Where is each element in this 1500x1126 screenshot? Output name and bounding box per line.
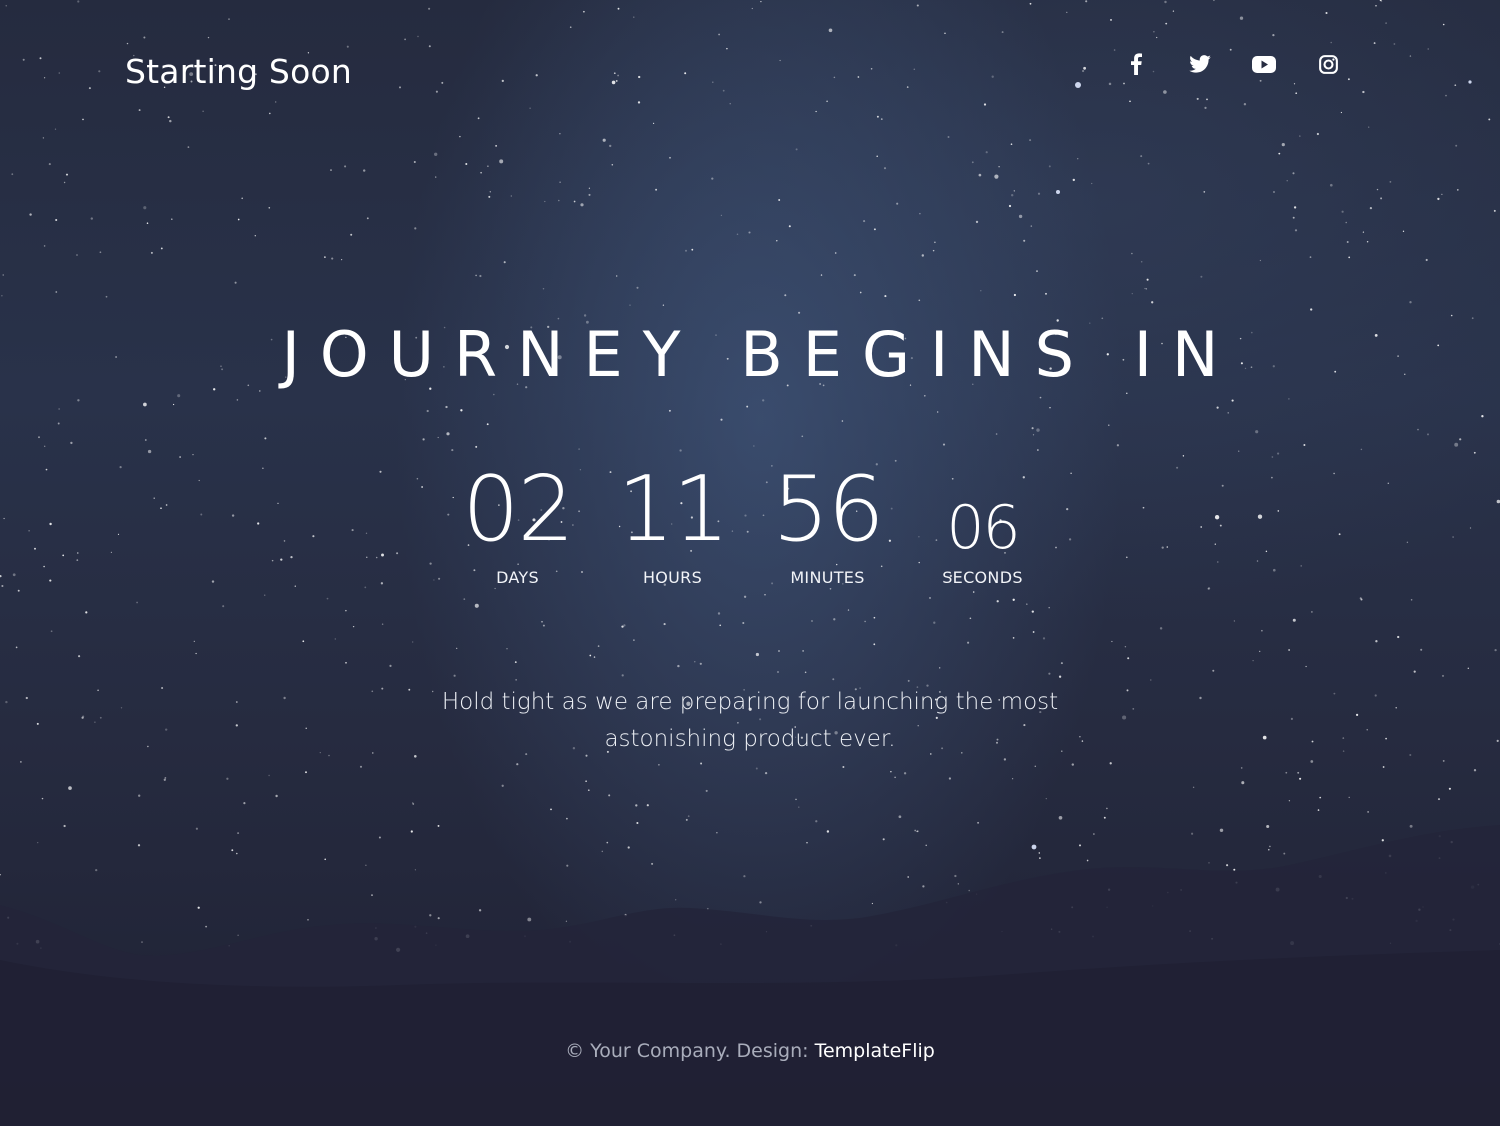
twitter-icon [1189,55,1211,73]
hours-value: 11 [617,457,730,562]
days-label: DAYS [496,568,539,587]
instagram-icon [1318,54,1338,74]
countdown-timer: 02 DAYS 11 HOURS 56 MINUTES 06 SECONDS [0,460,1500,590]
footer-copyright: © Your Company. Design: [565,1040,815,1062]
brand-logo[interactable]: Starting Soon [125,52,352,91]
countdown-seconds: 06 SECONDS [905,460,1060,590]
headline: JOURNEY BEGINS IN [281,318,1239,391]
seconds-value: 06 [946,493,1020,563]
youtube-icon [1252,55,1276,73]
youtube-link[interactable] [1232,48,1296,80]
minutes-label: MINUTES [790,568,865,587]
countdown-minutes: 56 MINUTES [750,460,905,590]
footer-credit-link[interactable]: TemplateFlip [815,1040,935,1062]
facebook-link[interactable] [1104,48,1168,80]
minutes-value: 56 [772,457,885,562]
tagline-line-2: astonishing product ever. [604,726,896,752]
days-value: 02 [462,457,575,562]
hours-label: HOURS [642,568,703,587]
seconds-label: SECONDS [942,568,1023,587]
tagline-line-1: Hold tight as we are preparing for launc… [441,689,1059,715]
instagram-link[interactable] [1296,48,1360,80]
tagline: Hold tight as we are preparing for launc… [0,684,1500,758]
countdown-days: 02 DAYS [440,460,595,590]
twitter-link[interactable] [1168,48,1232,80]
social-links [1104,48,1360,80]
countdown-hours: 11 HOURS [595,460,750,590]
footer: © Your Company. Design: TemplateFlip [0,1040,1500,1062]
facebook-icon [1131,53,1142,75]
